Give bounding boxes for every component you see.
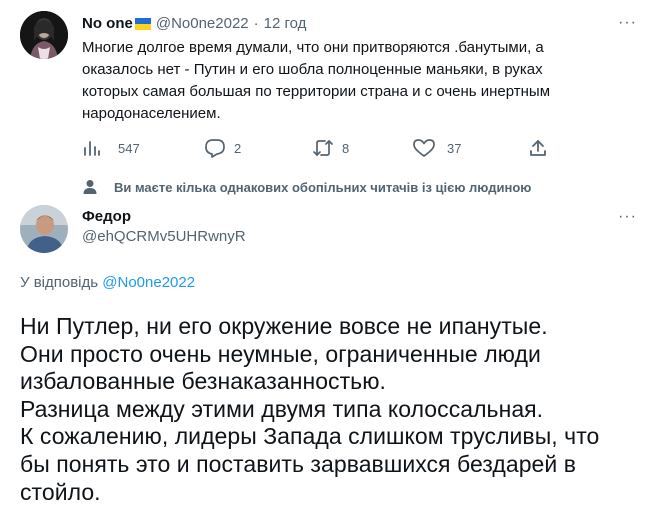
like-count: 37 xyxy=(447,140,462,156)
parent-text-line: Многие долгое время думали, что они прит… xyxy=(82,39,544,56)
parent-tweet-header: No one @No0ne2022 · 12 год xyxy=(82,13,306,33)
retweet-button[interactable]: 8 xyxy=(312,136,349,160)
like-icon xyxy=(413,138,435,158)
like-button[interactable]: 37 xyxy=(413,136,461,160)
retweet-icon xyxy=(312,138,334,158)
reply-more-icon[interactable]: ··· xyxy=(618,209,637,225)
person-icon xyxy=(82,179,98,195)
parent-text-line: народонаселением. xyxy=(82,105,221,122)
parent-tweet-actions: 547 2 8 37 xyxy=(82,136,562,160)
reply-text-line: Ни Путлер, ни его окружение вовсе не ипа… xyxy=(20,313,548,339)
replying-to: У відповідь @No0ne2022 xyxy=(20,274,195,292)
share-icon xyxy=(528,138,548,158)
parent-tweet-text: Многие долгое время думали, что они прит… xyxy=(82,37,627,125)
parent-author-name[interactable]: No one xyxy=(82,15,133,32)
parent-text-line: оказалось нет - Путин и его шобла полноц… xyxy=(82,61,543,78)
parent-more-icon[interactable]: ··· xyxy=(618,15,637,31)
views-count: 547 xyxy=(118,140,140,156)
reply-icon xyxy=(204,138,226,158)
parent-text-line: которых самая большая по территории стра… xyxy=(82,83,551,100)
reply-text-line: бы понять это и поставить зарвавшихся бе… xyxy=(20,450,576,477)
reply-count: 2 xyxy=(234,140,242,156)
reply-text-line: Разница между этими двумя типа колоссаль… xyxy=(20,395,544,422)
reply-author-handle[interactable]: @ehQCRMv5UHRwnyR xyxy=(82,228,246,246)
mutual-followers-text: Ви маєте кілька однакових обопільних чит… xyxy=(114,179,532,195)
parent-author-avatar[interactable] xyxy=(20,11,68,59)
reply-text-line: Они просто очень неумные, ограниченные л… xyxy=(20,340,541,367)
reply-tweet-text: Ни Путлер, ни его окружение вовсе не ипа… xyxy=(20,313,645,506)
parent-tweet-time[interactable]: 12 год xyxy=(264,15,307,32)
reply-text-line: стойло. xyxy=(20,478,101,505)
mutual-followers-notice: Ви маєте кілька однакових обопільних чит… xyxy=(82,178,531,196)
reply-author-avatar[interactable] xyxy=(20,205,68,253)
reply-text-line: избалованные безнаказанностью. xyxy=(20,368,386,395)
reply-text-line: К сожалению, лидеры Запада слишком трусл… xyxy=(20,423,600,450)
reply-author-name[interactable]: Федор xyxy=(82,208,131,226)
share-button[interactable] xyxy=(528,136,548,160)
views-button[interactable]: 547 xyxy=(82,136,140,160)
replying-to-handle-link[interactable]: @No0ne2022 xyxy=(102,274,195,291)
replying-to-label: У відповідь xyxy=(20,274,99,291)
ukraine-flag-icon xyxy=(134,17,151,30)
retweet-count: 8 xyxy=(342,140,350,156)
views-icon xyxy=(82,138,102,158)
header-separator: · xyxy=(253,14,259,32)
parent-author-handle[interactable]: @No0ne2022 xyxy=(156,15,249,32)
reply-button[interactable]: 2 xyxy=(204,136,241,160)
